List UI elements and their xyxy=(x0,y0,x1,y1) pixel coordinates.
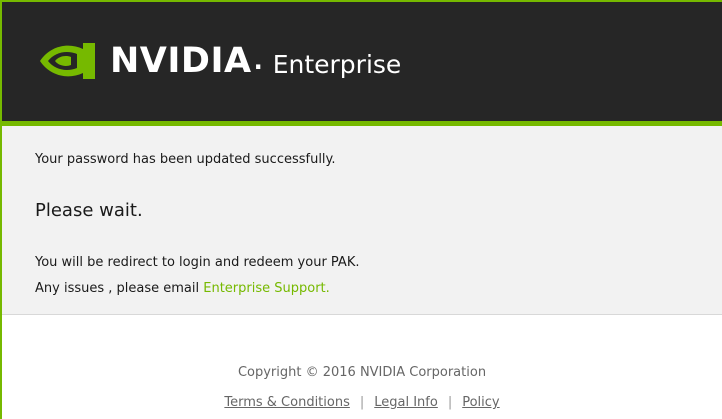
footer-links: Terms & Conditions | Legal Info | Policy xyxy=(2,395,722,410)
redirect-message: You will be redirect to login and redeem… xyxy=(35,255,360,270)
legal-info-link[interactable]: Legal Info xyxy=(374,395,438,410)
success-message: Your password has been updated successfu… xyxy=(35,152,336,167)
policy-link[interactable]: Policy xyxy=(462,395,499,410)
footer-separator: | xyxy=(447,395,453,410)
page-footer: Copyright © 2016 NVIDIA Corporation Term… xyxy=(2,315,722,419)
site-header: NVIDIA . Enterprise xyxy=(2,2,722,121)
footer-separator: | xyxy=(359,395,365,410)
support-message-text: Any issues , please email xyxy=(35,281,204,296)
brand-dot: . xyxy=(253,47,263,75)
terms-conditions-link[interactable]: Terms & Conditions xyxy=(224,395,350,410)
enterprise-support-link[interactable]: Enterprise Support. xyxy=(203,281,330,296)
brand-wordmark: NVIDIA xyxy=(110,40,252,81)
wait-heading: Please wait. xyxy=(35,200,143,221)
message-panel: Your password has been updated successfu… xyxy=(2,126,722,315)
product-name: Enterprise xyxy=(272,49,402,79)
nvidia-eye-icon xyxy=(40,43,95,79)
brand-logo[interactable]: NVIDIA . Enterprise xyxy=(38,36,401,86)
copyright-text: Copyright © 2016 NVIDIA Corporation xyxy=(237,365,487,380)
support-message: Any issues , please email Enterprise Sup… xyxy=(35,281,330,296)
